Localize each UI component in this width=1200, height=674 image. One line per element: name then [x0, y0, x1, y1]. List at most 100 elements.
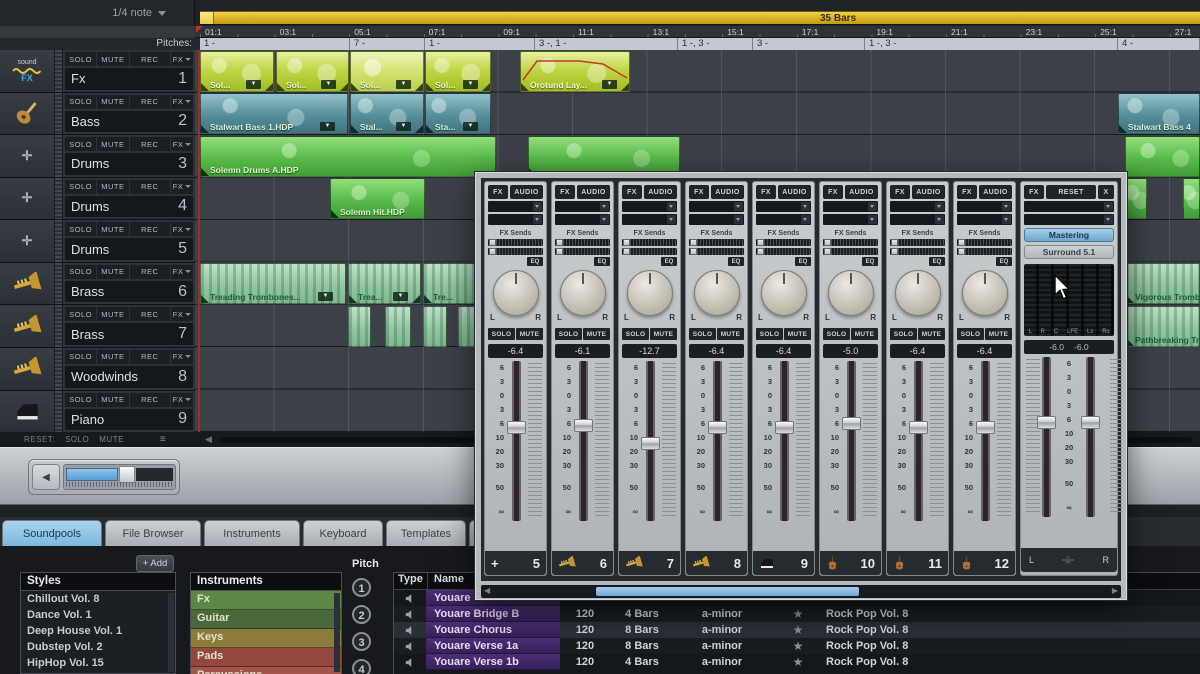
track-drag-handle[interactable] — [54, 220, 63, 262]
fx-send-slider-2[interactable] — [689, 248, 744, 255]
track-drag-handle[interactable] — [54, 50, 63, 92]
clip[interactable] — [385, 306, 411, 347]
type-column-header[interactable]: Type — [394, 573, 428, 589]
track-drag-handle[interactable] — [54, 178, 63, 220]
style-item[interactable]: Dubstep Vol. 2 — [21, 639, 175, 655]
track-mute-button[interactable]: MUTE — [97, 393, 128, 407]
play-preview-button[interactable] — [394, 641, 426, 652]
clip[interactable]: Sol...▼ — [276, 51, 349, 92]
channel-audio-button[interactable]: AUDIO — [711, 185, 744, 199]
fx-send-slider-1[interactable] — [823, 239, 878, 246]
clip[interactable] — [1183, 178, 1200, 219]
track-drag-handle[interactable] — [54, 135, 63, 177]
channel-fx-button[interactable]: FX — [823, 185, 843, 199]
channel-solo-button[interactable]: SOLO — [488, 328, 515, 340]
pitch-segment[interactable]: 1 -, 3 - — [678, 38, 753, 50]
track-mute-button[interactable]: MUTE — [97, 222, 128, 236]
fx-send-slider-2[interactable] — [622, 248, 677, 255]
track-solo-button[interactable]: SOLO — [65, 307, 96, 321]
clip[interactable] — [458, 306, 476, 347]
play-preview-button[interactable] — [394, 593, 426, 604]
channel-mute-button[interactable]: MUTE — [516, 328, 543, 340]
pan-knob[interactable] — [627, 270, 673, 316]
track-rec-button[interactable]: REC — [130, 222, 171, 236]
fx-send-slider-1[interactable] — [756, 239, 811, 246]
track-instrument-icon[interactable]: sound FX ✛ — [0, 263, 54, 305]
track-mute-button[interactable]: MUTE — [97, 265, 128, 279]
eq-button[interactable]: EQ — [996, 257, 1012, 266]
track-drag-handle[interactable] — [54, 263, 63, 305]
instrument-category[interactable]: Percussions — [191, 667, 341, 674]
channel-fx-button[interactable]: FX — [756, 185, 776, 199]
track-solo-button[interactable]: SOLO — [65, 137, 96, 151]
tab[interactable]: File Browser — [105, 520, 201, 546]
mixer-scroll-left-icon[interactable]: ◀ — [484, 586, 490, 595]
reset-button[interactable]: RESET: — [24, 435, 55, 444]
channel-effect-slot-1[interactable] — [689, 201, 744, 212]
styles-scrollbar[interactable] — [168, 593, 174, 672]
name-column-header[interactable]: Name — [428, 573, 464, 589]
fader-handle[interactable] — [909, 421, 928, 434]
volume-fader[interactable] — [579, 361, 588, 521]
pitch-segment[interactable]: 1 - — [425, 38, 535, 50]
tab[interactable]: Keyboard — [303, 520, 383, 546]
pan-knob[interactable] — [962, 270, 1008, 316]
master-fader-right[interactable] — [1086, 357, 1095, 517]
track-solo-button[interactable]: SOLO — [65, 393, 96, 407]
clip[interactable]: Sta...▼ — [425, 93, 491, 134]
channel-audio-button[interactable]: AUDIO — [912, 185, 945, 199]
track-name-row[interactable]: Bass 2 — [65, 111, 193, 133]
track-name-row[interactable]: Drums 3 — [65, 153, 193, 175]
mixer-scroll-right-icon[interactable]: ▶ — [1112, 586, 1118, 595]
mixer-scrollbar-thumb[interactable] — [596, 587, 858, 596]
channel-footer[interactable]: + 5 — [485, 551, 546, 575]
instrument-category[interactable]: Guitar — [191, 610, 341, 629]
fader-handle[interactable] — [842, 417, 861, 430]
clip[interactable]: Orotund Lay...▼ — [520, 51, 630, 92]
play-preview-button[interactable] — [394, 625, 426, 636]
track-rec-button[interactable]: REC — [130, 350, 171, 364]
eq-button[interactable]: EQ — [929, 257, 945, 266]
track-instrument-icon[interactable]: sound FX ✛ — [0, 135, 54, 177]
clip[interactable] — [1125, 136, 1200, 177]
loop-name-cell[interactable]: Youare Verse 1b — [426, 654, 560, 670]
favorite-star-icon[interactable]: ★ — [770, 639, 826, 653]
track-drag-handle[interactable] — [54, 93, 63, 135]
fx-send-slider-1[interactable] — [689, 239, 744, 246]
volume-handle[interactable] — [119, 466, 135, 483]
channel-audio-button[interactable]: AUDIO — [778, 185, 811, 199]
track-instrument-icon[interactable]: sound FX ✛ — [0, 50, 54, 92]
channel-effect-slot-2[interactable] — [488, 214, 543, 225]
channel-effect-slot-2[interactable] — [689, 214, 744, 225]
volume-fader[interactable] — [780, 361, 789, 521]
soundpool-row[interactable]: Youare Verse 1b 120 4 Bars a-minor ★ Roc… — [394, 654, 1200, 670]
playhead-marker[interactable] — [196, 26, 203, 33]
track-fx-button[interactable]: FX — [171, 137, 193, 151]
style-item[interactable]: Dance Vol. 1 — [21, 607, 175, 623]
favorite-star-icon[interactable]: ★ — [770, 655, 826, 669]
pitch-segment[interactable]: 3 -, 1 - — [535, 38, 678, 50]
track-name-row[interactable]: Woodwinds 8 — [65, 366, 193, 388]
channel-solo-button[interactable]: SOLO — [689, 328, 716, 340]
pitch-segment[interactable]: 1 -, 3 - — [865, 38, 1118, 50]
mixer-window[interactable]: FX AUDIO FX Sends EQ L R SOLO MUTE -6.4 … — [475, 172, 1127, 600]
channel-fx-button[interactable]: FX — [957, 185, 977, 199]
quantize-select[interactable]: 1/4 note — [0, 0, 195, 26]
pitch-segment[interactable]: 4 - — [1118, 38, 1200, 50]
fader-handle[interactable] — [574, 419, 593, 432]
loop-name-cell[interactable]: Youare Verse 1a — [426, 638, 560, 654]
channel-audio-button[interactable]: AUDIO — [644, 185, 677, 199]
loop-name-cell[interactable]: Youare Chorus — [426, 622, 560, 638]
track-rec-button[interactable]: REC — [130, 307, 171, 321]
fx-send-slider-1[interactable] — [890, 239, 945, 246]
pitch-number[interactable]: 2 — [352, 605, 371, 624]
soundpool-row[interactable]: Youare Chorus 120 8 Bars a-minor ★ Rock … — [394, 622, 1200, 638]
track-solo-button[interactable]: SOLO — [65, 52, 96, 66]
channel-effect-slot-1[interactable] — [890, 201, 945, 212]
pan-knob[interactable] — [694, 270, 740, 316]
clip[interactable]: Solemn Drums A.HDP — [200, 136, 496, 177]
track-rec-button[interactable]: REC — [130, 52, 171, 66]
volume-fader[interactable] — [981, 361, 990, 521]
track-solo-button[interactable]: SOLO — [65, 350, 96, 364]
eq-button[interactable]: EQ — [862, 257, 878, 266]
